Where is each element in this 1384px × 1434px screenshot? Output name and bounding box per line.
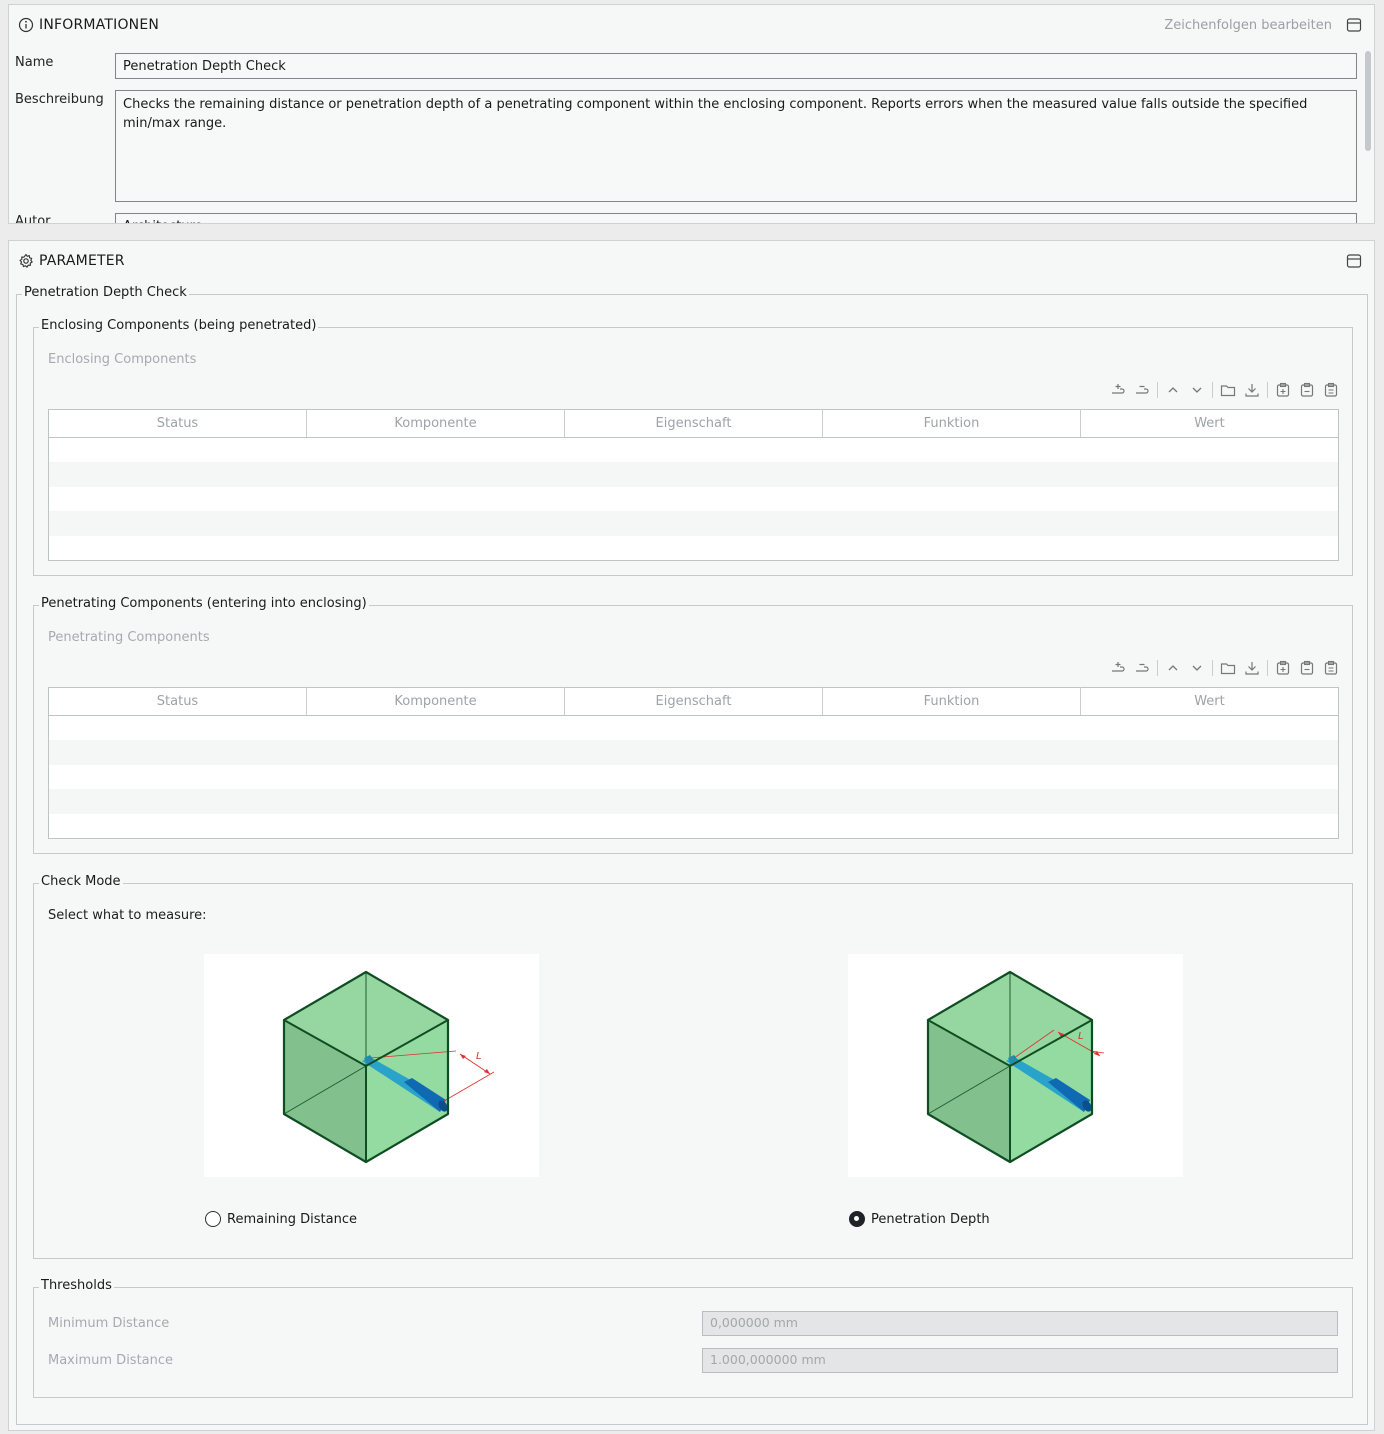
clipboard-list-icon[interactable] xyxy=(1322,659,1340,677)
cube-remaining-distance-icon: L xyxy=(282,970,495,1164)
enclosing-toolbar xyxy=(1103,381,1340,399)
parameter-title: PARAMETER xyxy=(39,253,125,269)
table-row[interactable] xyxy=(49,487,1339,512)
check-mode-legend: Check Mode xyxy=(39,874,123,889)
chevron-up-icon[interactable] xyxy=(1164,381,1182,399)
name-input[interactable]: Penetration Depth Check xyxy=(115,53,1357,79)
column-header-status[interactable]: Status xyxy=(48,687,307,716)
cube-penetration-depth-icon: L xyxy=(926,970,1105,1164)
check-mode-prompt: Select what to measure: xyxy=(48,908,207,923)
parameter-header: PARAMETER xyxy=(9,241,1374,281)
penetrating-components-group: Penetrating Components (entering into en… xyxy=(33,596,1353,854)
column-header-eigenschaft[interactable]: Eigenschaft xyxy=(564,687,823,716)
enclosing-components-label: Enclosing Components xyxy=(48,352,197,367)
download-icon[interactable] xyxy=(1243,659,1261,677)
toolbar-separator xyxy=(1212,660,1213,676)
table-row[interactable] xyxy=(48,511,1339,536)
minimum-distance-input[interactable]: 0,000000 mm xyxy=(702,1311,1338,1336)
table-row[interactable] xyxy=(48,789,1339,814)
author-input[interactable]: Architecture xyxy=(115,213,1357,223)
clipboard-icon[interactable] xyxy=(1298,659,1316,677)
table-row[interactable] xyxy=(49,814,1339,839)
column-header-komponente[interactable]: Komponente xyxy=(306,687,565,716)
table-row[interactable] xyxy=(48,462,1339,487)
table-header-row: Status Komponente Eigenschaft Funktion W… xyxy=(48,409,1339,438)
table-header-row: Status Komponente Eigenschaft Funktion W… xyxy=(48,687,1339,716)
enclosing-components-table[interactable]: Status Komponente Eigenschaft Funktion W… xyxy=(48,409,1339,561)
radio-penetration-depth-indicator[interactable] xyxy=(849,1211,865,1227)
description-textarea[interactable]: Checks the remaining distance or penetra… xyxy=(115,90,1357,202)
author-label: Autor xyxy=(15,214,51,224)
edit-strings-link[interactable]: Zeichenfolgen bearbeiten xyxy=(1164,18,1332,33)
radio-penetration-depth-label: Penetration Depth xyxy=(871,1211,990,1227)
informationen-title: INFORMATIONEN xyxy=(39,17,160,33)
table-row[interactable] xyxy=(49,438,1339,463)
penetrating-components-label: Penetrating Components xyxy=(48,630,210,645)
name-label: Name xyxy=(15,55,54,70)
penetrating-components-table[interactable]: Status Komponente Eigenschaft Funktion W… xyxy=(48,687,1339,839)
clipboard-add-icon[interactable] xyxy=(1274,659,1292,677)
maximum-distance-input[interactable]: 1.000,000000 mm xyxy=(702,1348,1338,1373)
description-label: Beschreibung xyxy=(15,92,104,107)
thresholds-group: Thresholds Minimum Distance 0,000000 mm … xyxy=(33,1278,1353,1398)
table-row[interactable] xyxy=(48,740,1339,765)
download-icon[interactable] xyxy=(1243,381,1261,399)
chevron-up-icon[interactable] xyxy=(1164,659,1182,677)
gear-icon xyxy=(19,253,33,268)
remaining-distance-illustration[interactable]: L xyxy=(204,954,539,1177)
penetration-depth-check-group: Penetration Depth Check Enclosing Compon… xyxy=(16,285,1368,1425)
maximum-distance-label: Maximum Distance xyxy=(48,1353,174,1368)
table-row[interactable] xyxy=(49,765,1339,790)
column-header-wert[interactable]: Wert xyxy=(1080,409,1339,438)
clipboard-icon[interactable] xyxy=(1298,381,1316,399)
minimum-distance-label: Minimum Distance xyxy=(48,1316,170,1331)
informationen-panel: INFORMATIONEN Zeichenfolgen bearbeiten N… xyxy=(8,4,1375,224)
informationen-scrollbar[interactable] xyxy=(1365,51,1371,151)
column-header-komponente[interactable]: Komponente xyxy=(306,409,565,438)
penetration-depth-illustration[interactable]: L xyxy=(848,954,1183,1177)
collapse-panel-icon[interactable] xyxy=(1346,253,1362,269)
clipboard-add-icon[interactable] xyxy=(1274,381,1292,399)
toolbar-separator xyxy=(1157,660,1158,676)
radio-remaining-distance-indicator[interactable] xyxy=(205,1211,221,1227)
table-row[interactable] xyxy=(49,716,1339,741)
radio-remaining-distance[interactable]: Remaining Distance xyxy=(205,1211,357,1227)
add-row-icon[interactable] xyxy=(1109,659,1127,677)
column-header-funktion[interactable]: Funktion xyxy=(822,687,1081,716)
chevron-down-icon[interactable] xyxy=(1188,381,1206,399)
enclosing-components-group: Enclosing Components (being penetrated) … xyxy=(33,318,1353,576)
penetrating-components-legend: Penetrating Components (entering into en… xyxy=(39,596,369,611)
column-header-status[interactable]: Status xyxy=(48,409,307,438)
informationen-header: INFORMATIONEN Zeichenfolgen bearbeiten xyxy=(9,5,1374,45)
add-row-icon[interactable] xyxy=(1109,381,1127,399)
radio-remaining-distance-label: Remaining Distance xyxy=(227,1211,358,1227)
column-header-funktion[interactable]: Funktion xyxy=(822,409,1081,438)
toolbar-separator xyxy=(1267,382,1268,398)
folder-icon[interactable] xyxy=(1219,381,1237,399)
chevron-down-icon[interactable] xyxy=(1188,659,1206,677)
table-row[interactable] xyxy=(49,536,1339,561)
parameter-panel: PARAMETER Penetration Depth Check Enclos… xyxy=(8,240,1375,1431)
remove-row-icon[interactable] xyxy=(1133,659,1151,677)
radio-penetration-depth[interactable]: Penetration Depth xyxy=(849,1211,990,1227)
svg-text:L: L xyxy=(1078,1031,1084,1042)
info-icon xyxy=(18,17,34,33)
clipboard-list-icon[interactable] xyxy=(1322,381,1340,399)
toolbar-separator xyxy=(1157,382,1158,398)
thresholds-legend: Thresholds xyxy=(39,1278,114,1293)
column-header-eigenschaft[interactable]: Eigenschaft xyxy=(564,409,823,438)
enclosing-components-legend: Enclosing Components (being penetrated) xyxy=(39,318,319,333)
folder-icon[interactable] xyxy=(1219,659,1237,677)
toolbar-separator xyxy=(1267,660,1268,676)
penetration-depth-check-legend: Penetration Depth Check xyxy=(22,285,189,300)
collapse-panel-icon[interactable] xyxy=(1346,17,1362,33)
column-header-wert[interactable]: Wert xyxy=(1080,687,1339,716)
toolbar-separator xyxy=(1212,382,1213,398)
svg-text:L: L xyxy=(476,1051,482,1062)
remove-row-icon[interactable] xyxy=(1133,381,1151,399)
penetrating-toolbar xyxy=(1103,659,1340,677)
check-mode-group: Check Mode Select what to measure: L L R… xyxy=(33,874,1353,1259)
